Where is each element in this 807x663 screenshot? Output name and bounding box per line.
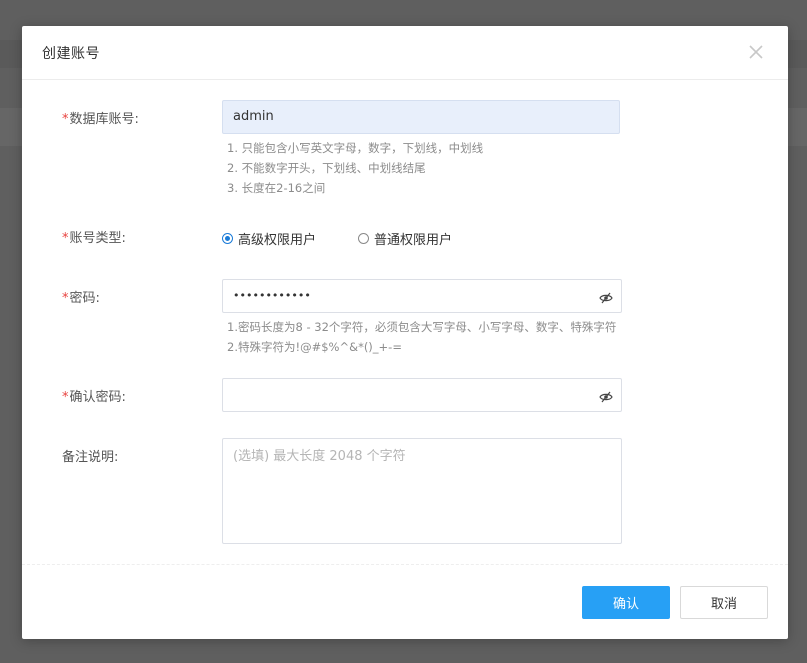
eye-icon[interactable] <box>599 389 613 403</box>
confirm-password-input[interactable] <box>223 379 563 411</box>
close-icon[interactable] <box>744 40 768 64</box>
radio-normal-user[interactable]: 普通权限用户 <box>358 229 452 248</box>
radio-label: 普通权限用户 <box>374 233 453 248</box>
password-hints: 1.密码长度为8 - 32个字符，必须包含大写字母、小写字母、数字、特殊字符 2… <box>227 317 616 357</box>
hint-line: 1. 只能包含小写英文字母，数字，下划线，中划线 <box>227 141 484 155</box>
footer-divider <box>22 564 788 565</box>
create-account-dialog: 创建账号 *数据库账号: 1. 只能包含小写英文字母，数字，下划线，中划线 2.… <box>22 26 788 639</box>
radio-advanced-user[interactable]: 高级权限用户 <box>222 229 316 248</box>
remark-textarea-wrapper <box>222 438 622 544</box>
cancel-button[interactable]: 取消 <box>680 586 768 619</box>
password-label-text: 密码: <box>69 291 100 306</box>
account-type-label-text: 账号类型: <box>69 231 126 246</box>
remark-textarea[interactable] <box>223 439 621 543</box>
remark-label-text: 备注说明: <box>62 450 119 465</box>
hint-line: 1.密码长度为8 - 32个字符，必须包含大写字母、小写字母、数字、特殊字符 <box>227 320 617 334</box>
radio-unchecked-icon[interactable] <box>358 233 369 244</box>
confirm-password-label: *确认密码: <box>62 386 126 405</box>
eye-icon[interactable] <box>599 290 613 304</box>
radio-label: 高级权限用户 <box>238 233 317 248</box>
required-mark: * <box>62 231 69 246</box>
password-input-wrapper <box>222 279 622 313</box>
dialog-title: 创建账号 <box>42 46 100 62</box>
remark-label: 备注说明: <box>62 446 118 465</box>
db-account-label-text: 数据库账号: <box>69 112 139 127</box>
hint-line: 2. 不能数字开头，下划线、中划线结尾 <box>227 161 426 175</box>
dialog-header: 创建账号 <box>22 26 788 80</box>
hint-line: 3. 长度在2-16之间 <box>227 181 326 195</box>
confirm-button[interactable]: 确认 <box>582 586 670 619</box>
radio-checked-icon[interactable] <box>222 233 233 244</box>
db-account-input-wrapper <box>222 100 620 134</box>
required-mark: * <box>62 390 69 405</box>
required-mark: * <box>62 291 69 306</box>
password-input[interactable] <box>223 280 563 312</box>
confirm-password-label-text: 确认密码: <box>69 390 126 405</box>
password-label: *密码: <box>62 287 100 306</box>
db-account-label: *数据库账号: <box>62 108 139 127</box>
confirm-password-input-wrapper <box>222 378 622 412</box>
hint-line: 2.特殊字符为!@#$%^&*()_+-= <box>227 340 402 354</box>
account-type-label: *账号类型: <box>62 227 126 246</box>
db-account-input[interactable] <box>223 101 563 133</box>
required-mark: * <box>62 112 69 127</box>
db-account-hints: 1. 只能包含小写英文字母，数字，下划线，中划线 2. 不能数字开头，下划线、中… <box>227 138 483 198</box>
